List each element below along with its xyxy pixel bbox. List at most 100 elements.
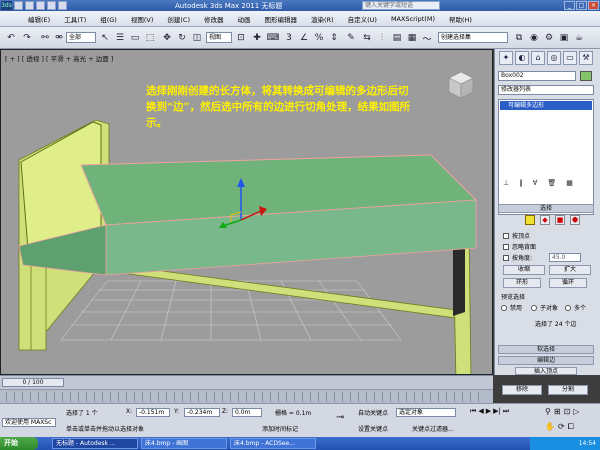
modifier-stack[interactable]: 可编辑多边形 — [498, 99, 594, 215]
setkey-button[interactable]: 设置关键点 — [358, 424, 388, 433]
menu-modifiers[interactable]: 修改器 — [204, 14, 224, 24]
undo-icon[interactable] — [47, 1, 56, 10]
graphite-icon[interactable]: ▦ — [405, 31, 419, 45]
loop-button[interactable]: 循环 — [549, 278, 587, 288]
select-move-icon[interactable]: ✥ — [160, 31, 174, 45]
select-scale-icon[interactable]: ◫ — [190, 31, 204, 45]
go-to-end-icon[interactable]: ⏭ — [503, 407, 509, 416]
select-object-icon[interactable]: ↖ — [98, 31, 112, 45]
selected-object-dropdown[interactable]: 选定对象 — [396, 408, 456, 417]
display-tab-icon[interactable]: ▭ — [563, 51, 577, 65]
pan-icon[interactable]: ✋ — [545, 422, 555, 432]
edit-named-selection-icon[interactable]: ✎ — [344, 31, 358, 45]
menu-rendering[interactable]: 渲染(R) — [311, 14, 334, 24]
maxscript-listener[interactable]: 欢迎使用 MAXSc — [2, 418, 56, 427]
configure-modifier-sets-icon[interactable]: ▦ — [566, 179, 573, 187]
add-time-tag[interactable]: 添加时间标记 — [262, 424, 298, 433]
manipulate-icon[interactable]: ✚ — [250, 31, 264, 45]
window-crossing-icon[interactable]: ⬚ — [143, 31, 157, 45]
taskbar-acdsee[interactable]: 床4.bmp - ACDSee... — [230, 438, 316, 449]
select-link-icon[interactable]: ⚯ — [38, 31, 52, 45]
zoom-extents-icon[interactable]: ⊡ — [564, 407, 571, 416]
named-selection-dropdown[interactable]: 创建选择集 — [438, 32, 508, 43]
menu-edit[interactable]: 编辑(E) — [28, 14, 50, 24]
split-button[interactable]: 分割 — [548, 385, 588, 395]
align-icon[interactable]: ⫶ — [375, 31, 389, 45]
preview-subobject-radio[interactable]: 子对象 — [531, 303, 558, 312]
grow-button[interactable]: 扩大 — [549, 265, 591, 275]
preview-off-radio[interactable]: 禁用 — [501, 303, 522, 312]
snap-toggle-icon[interactable]: 3 — [282, 31, 296, 45]
by-vertex-checkbox[interactable]: 按顶点 — [503, 231, 530, 240]
redo-icon[interactable] — [58, 1, 67, 10]
menu-views[interactable]: 视图(V) — [131, 14, 154, 24]
mirror-icon[interactable]: ⇆ — [360, 31, 374, 45]
ring-button[interactable]: 环形 — [503, 278, 541, 288]
remove-modifier-icon[interactable]: 🗑 — [547, 179, 556, 187]
by-angle-checkbox[interactable]: 按角度: — [503, 253, 532, 262]
track-bar[interactable] — [0, 389, 493, 403]
reference-coord-dropdown[interactable]: 视图 — [206, 32, 232, 43]
soft-selection-rollout-header[interactable]: 软选择 — [498, 345, 594, 354]
selection-rollout-header[interactable]: 选择 — [498, 204, 594, 213]
key-icon[interactable]: ⊸ — [336, 412, 344, 423]
zoom-all-icon[interactable]: ⊞ — [554, 407, 561, 416]
start-button[interactable]: 开始 — [0, 437, 38, 450]
object-name-field[interactable]: Box002 — [498, 71, 576, 81]
make-unique-icon[interactable]: ∀ — [533, 179, 538, 187]
render-setup-icon[interactable]: ⚙ — [542, 31, 556, 45]
create-tab-icon[interactable]: ✦ — [499, 51, 513, 65]
orbit-icon[interactable]: ⟳ — [558, 422, 565, 432]
object-color-swatch[interactable] — [580, 71, 592, 81]
menu-customize[interactable]: 自定义(U) — [348, 14, 377, 24]
rendered-frame-icon[interactable]: ▣ — [557, 31, 571, 45]
perspective-viewport[interactable]: [ + ] [ 透视 ] [ 平滑 + 高光 + 边面 ] 选择刚刚创建的长方体… — [0, 49, 493, 375]
x-coordinate-field[interactable]: -0.151m — [136, 408, 170, 417]
hierarchy-tab-icon[interactable]: ⌂ — [531, 51, 545, 65]
layer-manager-icon[interactable]: ▤ — [390, 31, 404, 45]
remove-button[interactable]: 移除 — [502, 385, 542, 395]
selection-filter-dropdown[interactable]: 全部 — [66, 32, 96, 43]
motion-tab-icon[interactable]: ◎ — [547, 51, 561, 65]
menu-maxscript[interactable]: MAXScript(M) — [391, 15, 435, 23]
border-subobject-icon[interactable]: ◆ — [540, 215, 550, 225]
select-rotate-icon[interactable]: ↻ — [175, 31, 189, 45]
new-file-icon[interactable] — [14, 1, 23, 10]
menu-create[interactable]: 创建(C) — [167, 14, 190, 24]
insert-vertex-button[interactable]: 插入顶点 — [515, 367, 577, 375]
z-coordinate-field[interactable]: 0.0m — [232, 408, 262, 417]
curve-editor-icon[interactable]: 〜 — [420, 31, 434, 45]
play-icon[interactable]: ▶ — [486, 407, 491, 416]
pin-stack-icon[interactable]: ⊥ — [503, 179, 509, 187]
next-frame-icon[interactable]: ▶| — [493, 407, 501, 416]
autokey-button[interactable]: 自动关键点 — [358, 408, 388, 417]
angle-spinner[interactable]: 45.0 — [549, 253, 581, 262]
viewcube-icon[interactable] — [448, 71, 474, 99]
show-end-result-icon[interactable]: ‖ — [519, 179, 523, 187]
rect-selection-icon[interactable]: ▭ — [128, 31, 142, 45]
angle-snap-icon[interactable]: ∠ — [297, 31, 311, 45]
taskbar-paint[interactable]: 床4.bmp - 画图 — [141, 438, 227, 449]
key-filters-button[interactable]: 关键点过滤器... — [412, 424, 454, 433]
edge-subobject-icon[interactable] — [525, 215, 535, 225]
close-button[interactable]: × — [588, 1, 599, 10]
pivot-center-icon[interactable]: ⊡ — [234, 31, 248, 45]
redo-icon[interactable]: ↷ — [20, 31, 34, 45]
maximize-viewport-icon[interactable]: ⧠ — [568, 422, 574, 432]
app-logo-icon[interactable]: 3ds — [1, 1, 12, 10]
open-file-icon[interactable] — [25, 1, 34, 10]
spinner-snap-icon[interactable]: ⇕ — [327, 31, 341, 45]
y-coordinate-field[interactable]: -0.234m — [184, 408, 220, 417]
undo-icon[interactable]: ↶ — [4, 31, 18, 45]
utilities-tab-icon[interactable]: ⚒ — [579, 51, 593, 65]
field-of-view-icon[interactable]: ▷ — [573, 407, 579, 416]
material-editor-icon[interactable]: ◉ — [527, 31, 541, 45]
time-slider[interactable]: 0 / 100 — [2, 378, 64, 387]
menu-group[interactable]: 组(G) — [100, 14, 117, 24]
render-icon[interactable]: ☕ — [572, 31, 586, 45]
go-to-start-icon[interactable]: ⏮ — [470, 407, 476, 416]
system-tray-clock[interactable]: 14:54 — [530, 437, 600, 450]
modifier-list-dropdown[interactable]: 修改器列表 — [498, 85, 594, 95]
menu-tools[interactable]: 工具(T) — [64, 14, 86, 24]
element-subobject-icon[interactable]: ⬢ — [570, 215, 580, 225]
